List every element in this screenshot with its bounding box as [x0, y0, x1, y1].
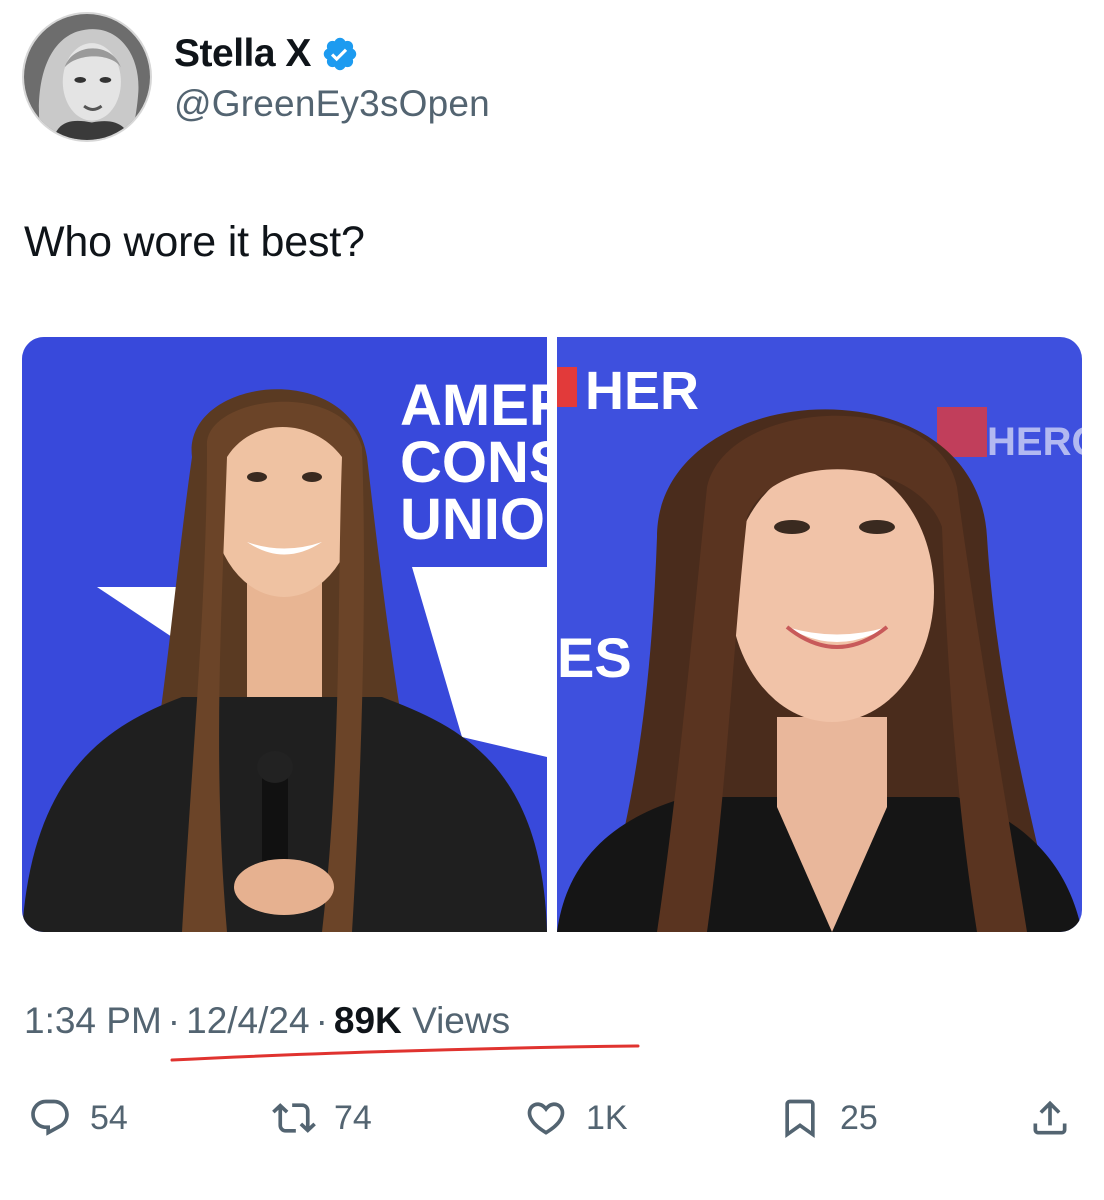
views-label[interactable]: Views	[412, 1000, 510, 1041]
red-underline-annotation	[170, 1044, 640, 1062]
display-name-row: Stella X	[174, 29, 490, 79]
backdrop-text-1: HER	[585, 361, 699, 421]
photo-left[interactable]: AMER CONS UNIO	[22, 337, 547, 932]
retweet-count: 74	[334, 1098, 372, 1137]
sign-line-1: AMER	[400, 373, 547, 438]
reply-button[interactable]: 54	[28, 1088, 128, 1148]
views-count[interactable]: 89K	[334, 1000, 402, 1041]
tweet-actions: 54 74 1K 25	[22, 1088, 1082, 1148]
sign-line-3: UNIO	[400, 487, 545, 552]
bookmark-button[interactable]: 25	[778, 1088, 878, 1148]
share-button[interactable]	[1028, 1088, 1072, 1148]
verified-badge-icon[interactable]	[321, 35, 359, 73]
reply-icon	[31, 1099, 69, 1136]
meta-separator: ·	[167, 1000, 181, 1041]
tweet-meta: 1:34 PM · 12/4/24 · 89K Views	[24, 1000, 510, 1042]
bookmark-icon	[785, 1099, 815, 1139]
tweet-text: Who wore it best?	[24, 218, 365, 266]
photo-right-image: HER HERO ES	[557, 337, 1082, 932]
avatar-image	[24, 14, 150, 140]
meta-separator: ·	[315, 1000, 328, 1041]
sign-line-2: CONS	[400, 430, 547, 495]
sign-lettering: AMER CONS UNIO	[400, 373, 547, 552]
retweet-button[interactable]: 74	[272, 1088, 372, 1148]
tweet-time[interactable]: 1:34 PM	[24, 1000, 162, 1041]
author-names: Stella X @GreenEy3sOpen	[174, 29, 490, 125]
display-name[interactable]: Stella X	[174, 32, 311, 76]
heart-icon	[527, 1102, 565, 1135]
avatar[interactable]	[22, 12, 152, 142]
tweet-header: Stella X @GreenEy3sOpen	[22, 12, 490, 142]
bookmark-count: 25	[840, 1098, 878, 1137]
share-icon	[1033, 1100, 1067, 1135]
backdrop-text-2: HERO	[987, 420, 1082, 464]
tweet-media[interactable]: AMER CONS UNIO	[22, 337, 1082, 932]
like-button[interactable]: 1K	[524, 1088, 628, 1148]
tweet-date[interactable]: 12/4/24	[186, 1000, 309, 1041]
retweet-icon	[272, 1103, 316, 1133]
photo-left-image: AMER CONS UNIO	[22, 337, 547, 932]
like-count: 1K	[586, 1098, 628, 1137]
handle[interactable]: @GreenEy3sOpen	[174, 83, 490, 125]
reply-count: 54	[90, 1098, 128, 1137]
photo-right[interactable]: HER HERO ES	[557, 337, 1082, 932]
backdrop-text-3: ES	[557, 626, 632, 689]
